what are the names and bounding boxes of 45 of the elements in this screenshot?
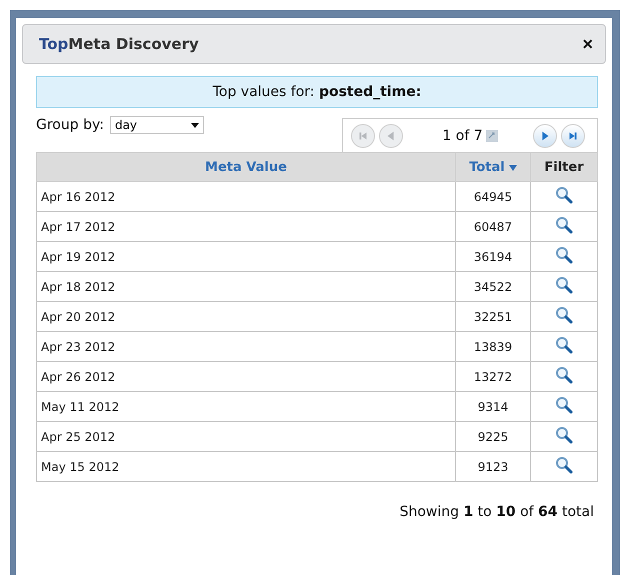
- pagination-summary: Showing 1 to 10 of 64 total: [400, 504, 594, 520]
- next-page-button[interactable]: [533, 124, 557, 148]
- table-cell: 9225: [456, 422, 530, 452]
- caret-icon: [190, 122, 199, 128]
- search-icon[interactable]: [555, 336, 573, 354]
- table-cell: Apr 20 2012: [36, 302, 456, 332]
- search-icon[interactable]: [555, 306, 573, 324]
- page-indicator: 1 of 7: [442, 128, 483, 144]
- table-cell: Apr 23 2012: [36, 332, 456, 362]
- table-cell: Apr 26 2012: [36, 362, 456, 392]
- table-cell: Apr 25 2012: [36, 422, 456, 452]
- group-by-label: Group by:: [36, 117, 104, 133]
- table-cell: 13272: [456, 362, 530, 392]
- table-cell: Apr 18 2012: [36, 272, 456, 302]
- table-cell: 60487: [456, 212, 530, 242]
- banner-text: Top values for: posted_time:: [212, 84, 422, 100]
- search-icon[interactable]: [555, 216, 573, 234]
- search-icon[interactable]: [555, 396, 573, 414]
- close-button[interactable]: ×: [582, 34, 593, 54]
- search-icon[interactable]: [555, 276, 573, 294]
- table-cell: 32251: [456, 302, 530, 332]
- column-header[interactable]: Meta Value: [36, 152, 456, 182]
- column-header[interactable]: Total: [456, 152, 530, 182]
- table-cell: 9314: [456, 392, 530, 422]
- column-header: Filter: [530, 152, 598, 182]
- refresh-icon[interactable]: [486, 130, 498, 142]
- dialog-title: TopMeta Discovery: [39, 35, 199, 53]
- table-cell: 9123: [456, 452, 530, 482]
- search-icon[interactable]: [555, 186, 573, 204]
- table-cell: Apr 19 2012: [36, 242, 456, 272]
- search-icon[interactable]: [555, 426, 573, 444]
- table-cell: Apr 17 2012: [36, 212, 456, 242]
- search-icon[interactable]: [555, 366, 573, 384]
- search-icon[interactable]: [555, 456, 573, 474]
- table-cell: 34522: [456, 272, 530, 302]
- group-by-dropdown[interactable]: day: [110, 116, 204, 134]
- search-icon[interactable]: [555, 246, 573, 264]
- table-cell: 64945: [456, 182, 530, 212]
- table-cell: 13839: [456, 332, 530, 362]
- sort-arrow-icon: [508, 164, 517, 170]
- table-cell: Apr 16 2012: [36, 182, 456, 212]
- table-cell: May 15 2012: [36, 452, 456, 482]
- last-page-button[interactable]: [561, 124, 585, 148]
- table-cell: May 11 2012: [36, 392, 456, 422]
- table-cell: 36194: [456, 242, 530, 272]
